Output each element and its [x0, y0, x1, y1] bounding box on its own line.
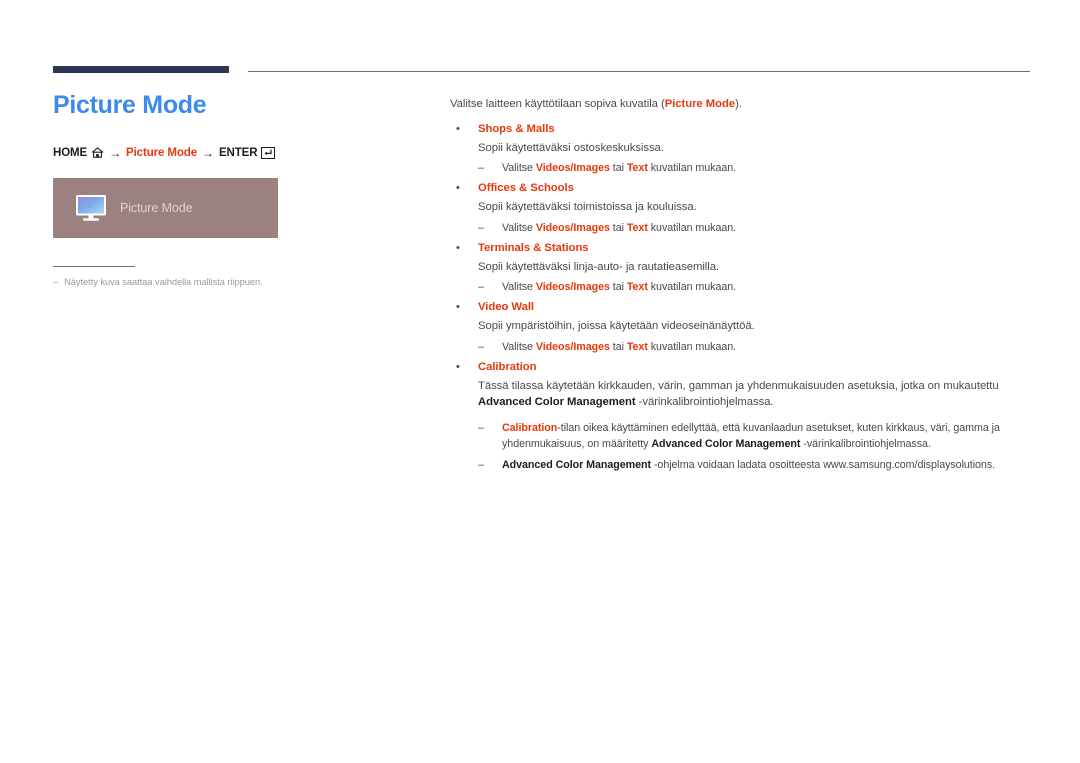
mode-title-row: • Shops & Malls [450, 121, 1030, 137]
sub-bold-text: Text [626, 221, 648, 234]
header-divider-line [248, 71, 1030, 72]
sub-bold-videos-images: Videos/Images [535, 340, 610, 353]
sub-bold-text: Text [626, 281, 648, 294]
sub-bold-videos-images: Videos/Images [535, 281, 610, 294]
calibration-note-1: – Calibration-tilan oikea käyttäminen ed… [478, 420, 1030, 452]
sub-middle: tai [609, 340, 627, 353]
mode-title-row: • Calibration [450, 359, 1030, 375]
bullet-marker: • [456, 182, 460, 195]
intro-bold-term: Picture Mode [664, 98, 736, 110]
sub-middle: tai [609, 221, 627, 234]
sub-prefix: Valitse [502, 221, 536, 234]
sub-bold-videos-images: Videos/Images [535, 162, 610, 175]
sub-suffix: kuvatilan mukaan. [647, 162, 737, 175]
calibration-desc-suffix: -värinkalibrointiohjelmassa. [635, 396, 774, 409]
left-column: Picture Mode HOME → Picture Mode → ENTER [53, 91, 413, 289]
intro-suffix: ). [735, 98, 742, 110]
sub-middle: tai [609, 162, 627, 175]
mode-subnote: – Valitse Videos/Images tai Text kuvatil… [478, 339, 1030, 355]
thumbnail-label: Picture Mode [120, 200, 193, 215]
sub-middle: tai [609, 281, 627, 294]
mode-subnote: – Valitse Videos/Images tai Text kuvatil… [478, 160, 1030, 176]
mode-description: Sopii käytettäväksi toimistoissa ja koul… [478, 201, 697, 214]
breadcrumb-menu-label: Picture Mode [126, 146, 198, 159]
sub-bold-text: Text [626, 162, 648, 175]
caption-dash: – [53, 276, 59, 287]
bullet-marker: • [456, 360, 460, 373]
breadcrumb-home-label: HOME [53, 146, 88, 159]
picture-mode-thumbnail: Picture Mode [53, 177, 278, 238]
breadcrumb-arrow-1: → [109, 145, 122, 160]
mode-subnote: – Valitse Videos/Images tai Text kuvatil… [478, 220, 1030, 236]
sub-bold-videos-images: Videos/Images [535, 221, 610, 234]
sub-suffix: kuvatilan mukaan. [647, 340, 737, 353]
caption-text: Näytetty kuva saattaa vaihdella mallista… [64, 276, 263, 287]
note-bold-mid: Advanced Color Management [651, 438, 801, 451]
sub-bold-text: Text [626, 340, 648, 353]
calibration-note-1-text: Calibration-tilan oikea käyttäminen edel… [502, 420, 1030, 452]
note-red-lead: Calibration [502, 422, 558, 435]
thumbnail-caption: – Näytetty kuva saattaa vaihdella mallis… [53, 276, 413, 289]
sub-suffix: kuvatilan mukaan. [647, 221, 737, 234]
mode-title: Shops & Malls [478, 123, 555, 135]
note-end: -ohjelma voidaan ladata osoitteesta www.… [651, 458, 996, 471]
intro-paragraph: Valitse laitteen käyttötilaan sopiva kuv… [450, 98, 1030, 110]
mode-item-calibration: • Calibration Tässä tilassa käytetään ki… [450, 359, 1030, 473]
mode-title-row: • Offices & Schools [450, 180, 1030, 196]
mode-item-terminals-stations: • Terminals & Stations Sopii käytettäväk… [450, 240, 1030, 295]
sub-marker: – [478, 281, 485, 294]
mode-subnote: – Valitse Videos/Images tai Text kuvatil… [478, 279, 1030, 295]
page-header-rules [0, 66, 1080, 78]
page-title: Picture Mode [53, 91, 207, 119]
note-bold-lead: Advanced Color Management [502, 458, 651, 471]
note-end: -värinkalibrointiohjelmassa. [800, 438, 931, 451]
mode-title-row: • Terminals & Stations [450, 240, 1030, 256]
mode-title: Calibration [478, 360, 537, 373]
mode-description: Sopii käytettäväksi ostoskeskuksissa. [478, 142, 664, 154]
sub-prefix: Valitse [502, 162, 536, 175]
intro-prefix: Valitse laitteen käyttötilaan sopiva kuv… [450, 98, 665, 110]
calibration-desc-prefix: Tässä tilassa käytetään kirkkauden, väri… [478, 379, 999, 392]
mode-item-offices-schools: • Offices & Schools Sopii käytettäväksi … [450, 180, 1030, 235]
sub-marker: – [478, 221, 485, 234]
bullet-marker: • [456, 301, 460, 314]
enter-key-icon [261, 146, 276, 159]
mode-description: Sopii ympäristöihin, joissa käytetään vi… [478, 320, 755, 333]
bullet-marker: • [456, 241, 460, 254]
sub-note-text: Valitse Videos/Images tai Text kuvatilan… [502, 279, 1030, 295]
sub-suffix: kuvatilan mukaan. [647, 281, 737, 294]
breadcrumb-enter-label: ENTER [218, 146, 258, 159]
sub-marker: – [478, 458, 485, 471]
calibration-desc-bold: Advanced Color Management [478, 396, 636, 409]
calibration-note-2-text: Advanced Color Management -ohjelma voida… [502, 457, 1030, 473]
mode-title: Video Wall [478, 301, 534, 314]
sub-note-text: Valitse Videos/Images tai Text kuvatilan… [502, 160, 1030, 176]
mode-description: Sopii käytettäväksi linja-auto- ja rauta… [478, 260, 720, 273]
sub-marker: – [478, 340, 485, 353]
accent-bar [53, 66, 229, 73]
sub-marker: – [478, 162, 485, 175]
monitor-icon [75, 194, 107, 222]
sub-prefix: Valitse [502, 281, 536, 294]
breadcrumb-arrow-2: → [202, 145, 214, 160]
sub-note-text: Valitse Videos/Images tai Text kuvatilan… [502, 220, 1030, 236]
right-column: Valitse laitteen käyttötilaan sopiva kuv… [450, 98, 1030, 477]
mode-title: Terminals & Stations [478, 241, 589, 254]
sub-prefix: Valitse [502, 340, 536, 353]
mode-item-video-wall: • Video Wall Sopii ympäristöihin, joissa… [450, 299, 1030, 354]
breadcrumb: HOME → Picture Mode → ENTER [53, 146, 413, 160]
caption-divider [53, 265, 135, 267]
mode-item-shops-malls: • Shops & Malls Sopii käytettäväksi osto… [450, 121, 1030, 176]
sub-marker: – [478, 422, 485, 435]
mode-title-row: • Video Wall [450, 299, 1030, 315]
house-icon [91, 147, 104, 158]
sub-note-text: Valitse Videos/Images tai Text kuvatilan… [502, 339, 1030, 355]
mode-title: Offices & Schools [478, 182, 574, 195]
bullet-marker: • [456, 123, 460, 135]
calibration-description: Tässä tilassa käytetään kirkkauden, väri… [478, 378, 1030, 411]
calibration-note-2: – Advanced Color Management -ohjelma voi… [478, 457, 1030, 473]
